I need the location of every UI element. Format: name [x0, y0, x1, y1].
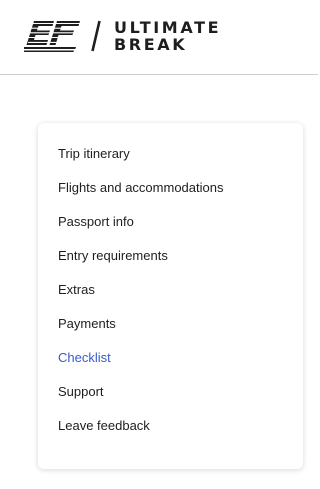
- menu-item-support[interactable]: Support: [38, 375, 303, 409]
- trip-menu-card: Trip itinerary Flights and accommodation…: [38, 123, 303, 469]
- menu-item-flights-and-accommodations[interactable]: Flights and accommodations: [38, 171, 303, 205]
- ef-logo-icon: [24, 21, 82, 52]
- ultimate-break-logo[interactable]: ULTIMATE BREAK: [24, 19, 221, 53]
- logo-divider-slash: [91, 20, 101, 52]
- menu-item-passport-info[interactable]: Passport info: [38, 205, 303, 239]
- menu-item-checklist[interactable]: Checklist: [38, 341, 303, 375]
- menu-item-trip-itinerary[interactable]: Trip itinerary: [38, 137, 303, 171]
- brand-wordmark: ULTIMATE BREAK: [114, 19, 221, 53]
- menu-item-leave-feedback[interactable]: Leave feedback: [38, 409, 303, 443]
- menu-item-extras[interactable]: Extras: [38, 273, 303, 307]
- trip-menu-list: Trip itinerary Flights and accommodation…: [38, 137, 303, 443]
- menu-item-payments[interactable]: Payments: [38, 307, 303, 341]
- site-header: ULTIMATE BREAK: [0, 0, 318, 75]
- menu-item-entry-requirements[interactable]: Entry requirements: [38, 239, 303, 273]
- brand-line-2: BREAK: [114, 35, 188, 54]
- brand-line-1: ULTIMATE: [114, 18, 222, 37]
